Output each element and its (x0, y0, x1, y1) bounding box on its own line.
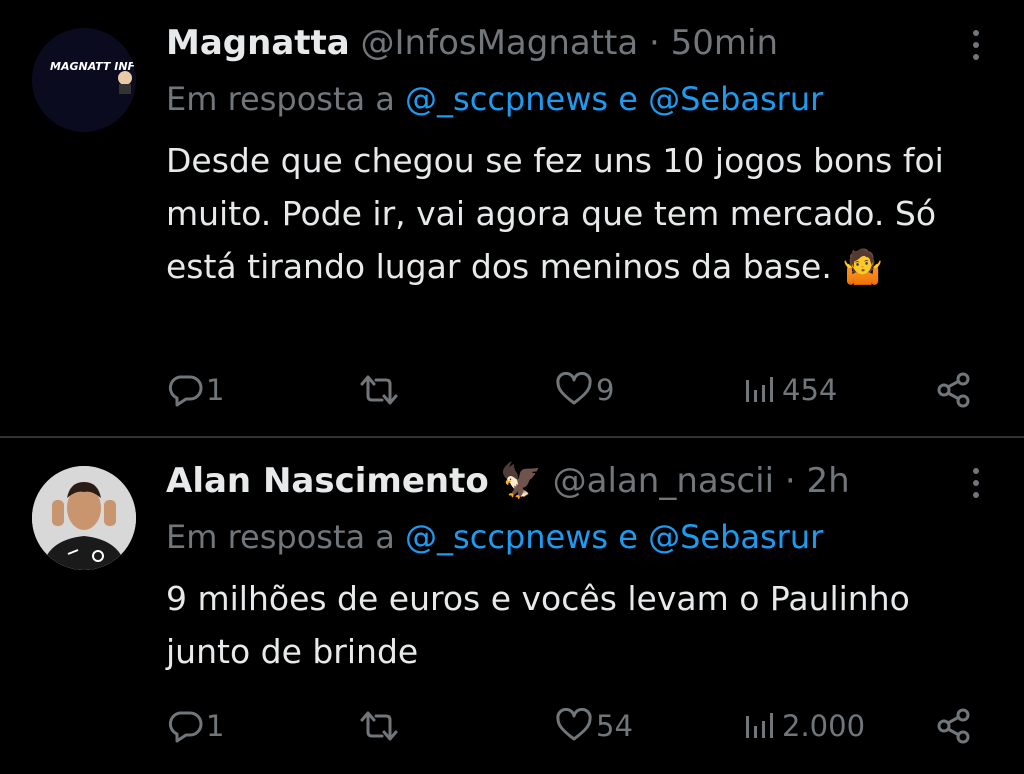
reply-icon (168, 375, 203, 407)
views-icon (746, 377, 773, 402)
timestamp[interactable]: 50min (671, 23, 778, 63)
like-icon (556, 708, 592, 741)
share-button[interactable] (934, 370, 974, 410)
avatar-photo (32, 466, 136, 570)
reply-button[interactable]: 1 (166, 370, 224, 410)
avatar[interactable]: MAGNATT INFO (32, 28, 136, 132)
views-button[interactable]: 2.000 (744, 706, 865, 746)
tweet-actions: 1 54 2.000 (0, 706, 1024, 746)
display-name[interactable]: Magnatta (166, 23, 350, 63)
svg-text:MAGNATT INFO: MAGNATT INFO (50, 60, 136, 73)
reply-prefix: Em resposta a (166, 518, 395, 556)
views-count: 454 (782, 373, 838, 407)
repost-button[interactable] (356, 370, 404, 410)
avatar[interactable] (32, 466, 136, 570)
reply-icon (168, 711, 203, 743)
handle[interactable]: @alan_nascii (553, 461, 774, 501)
tweet[interactable]: MAGNATT INFO Magnatta @InfosMagnatta · 5… (0, 0, 1024, 437)
share-button[interactable] (934, 706, 974, 746)
repost-icon (360, 711, 398, 741)
tweet-actions: 1 9 454 (0, 370, 1024, 410)
reply-mentions[interactable]: @_sccpnews e @Sebasrur (405, 80, 823, 118)
like-icon (556, 372, 592, 405)
views-count: 2.000 (782, 709, 866, 743)
reply-button[interactable]: 1 (166, 706, 224, 746)
views-button[interactable]: 454 (744, 370, 837, 410)
tweet-header: Magnatta @InfosMagnatta · 50min (166, 22, 778, 64)
like-button[interactable]: 9 (554, 370, 614, 410)
tweet-text: Desde que chegou se fez uns 10 jogos bon… (166, 141, 944, 286)
reply-count: 1 (206, 709, 225, 743)
reply-prefix: Em resposta a (166, 80, 395, 118)
reply-count: 1 (206, 373, 225, 407)
views-icon (746, 713, 773, 738)
like-count: 9 (596, 373, 615, 407)
eagle-emoji-icon: 🦅 (499, 461, 542, 501)
separator: · (784, 461, 796, 501)
reply-mentions[interactable]: @_sccpnews e @Sebasrur (405, 518, 823, 556)
tweet[interactable]: Alan Nascimento 🦅 @alan_nascii · 2h Em r… (0, 438, 1024, 774)
more-icon[interactable] (972, 468, 980, 504)
share-icon (937, 372, 970, 408)
separator: · (649, 23, 660, 63)
repost-button[interactable] (356, 706, 404, 746)
avatar-logo: MAGNATT INFO (50, 60, 136, 94)
reply-context: Em resposta a @_sccpnews e @Sebasrur (166, 516, 823, 558)
like-button[interactable]: 54 (554, 706, 633, 746)
display-name[interactable]: Alan Nascimento (166, 461, 489, 501)
tweet-header: Alan Nascimento 🦅 @alan_nascii · 2h (166, 460, 850, 502)
more-icon[interactable] (972, 30, 980, 66)
handle[interactable]: @InfosMagnatta (361, 23, 639, 63)
reply-context: Em resposta a @_sccpnews e @Sebasrur (166, 78, 823, 120)
tweet-text: 9 milhões de euros e vocês levam o Pauli… (166, 579, 910, 671)
like-count: 54 (596, 709, 633, 743)
timestamp[interactable]: 2h (806, 461, 849, 501)
repost-icon (360, 375, 398, 405)
share-icon (937, 708, 970, 744)
